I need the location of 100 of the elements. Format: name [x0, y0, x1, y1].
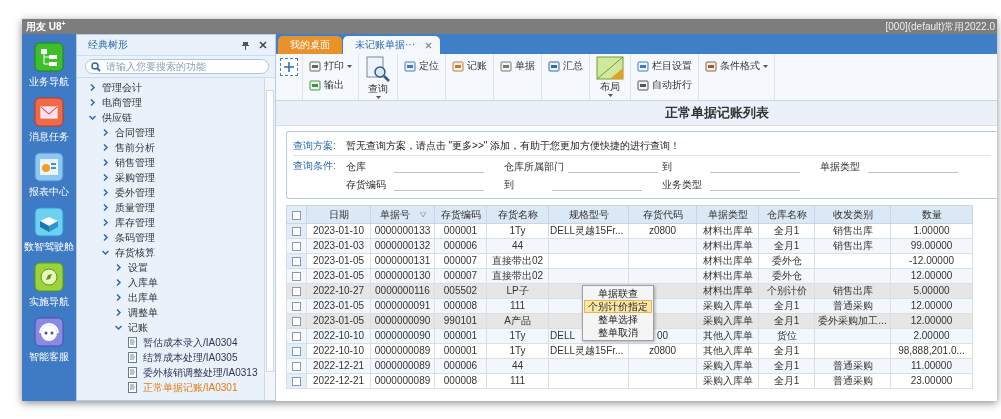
checkbox[interactable]: [292, 226, 301, 236]
tree-item[interactable]: 委外核销调整处理/IA0313: [143, 366, 258, 379]
chevron-right-icon[interactable]: [115, 294, 122, 301]
table-cell: 000008: [443, 300, 478, 311]
chevron-right-icon[interactable]: [89, 84, 96, 91]
checkbox[interactable]: [292, 241, 301, 251]
menu-item[interactable]: 整单取消: [584, 326, 652, 339]
checkbox[interactable]: [292, 286, 301, 296]
table-row[interactable]: 2022-10-10 0000000089 000001 1Ty DELL灵越15Fr... z0800 其他入库单 全月1 98,888,201.0...: [286, 343, 973, 359]
table-cell: 委外仓: [771, 270, 802, 281]
checkbox[interactable]: [292, 346, 301, 356]
tree-item[interactable]: 质量管理: [115, 201, 155, 214]
filter-icon[interactable]: [419, 212, 426, 218]
tree-item[interactable]: 出库单: [128, 291, 158, 304]
close-icon[interactable]: [259, 41, 267, 49]
menu-item[interactable]: 整单选择: [584, 313, 652, 326]
search-field[interactable]: 请输入您要搜索的功能: [85, 59, 269, 74]
toolbar-button[interactable]: 定位: [402, 58, 441, 74]
chevron-right-icon[interactable]: [102, 189, 109, 196]
column-header[interactable]: 存货名称: [486, 205, 549, 224]
toolbar-button[interactable]: 布局: [594, 54, 626, 100]
chevron-right-icon[interactable]: [89, 99, 96, 106]
column-header[interactable]: 仓库名称: [758, 205, 815, 224]
tree-item[interactable]: 库存管理: [115, 216, 155, 229]
tree-item[interactable]: 管理会计: [102, 81, 142, 94]
column-header[interactable]: 规格型号: [548, 205, 629, 224]
tree-item[interactable]: 电商管理: [102, 96, 142, 109]
add-button[interactable]: [280, 58, 298, 76]
rail-button[interactable]: 报表中心: [29, 152, 69, 199]
column-header[interactable]: 单据号: [370, 205, 435, 224]
tree-item[interactable]: 售前分析: [115, 141, 155, 154]
toolbar-button[interactable]: 记账: [450, 58, 489, 74]
table-row[interactable]: 2023-01-05 0000000131 000007 直接带出02 材料出库单 委外仓 -12.00000: [286, 253, 973, 269]
rail-button[interactable]: 数智驾驶舱: [24, 207, 74, 254]
tree-item[interactable]: 供应链: [102, 111, 132, 124]
menu-item[interactable]: 单据联查: [584, 287, 652, 300]
column-header[interactable]: 存货编码: [434, 205, 487, 224]
chevron-right-icon[interactable]: [115, 309, 122, 316]
scrollbar[interactable]: [264, 78, 275, 400]
toolbar-button[interactable]: 输出: [307, 77, 354, 93]
pin-icon[interactable]: [241, 40, 250, 50]
toolbar-button[interactable]: 栏目设置: [635, 58, 694, 74]
table-row[interactable]: 2023-01-03 0000000132 000006 44 材料出库单 全月1 销售出库 99.00000: [286, 238, 973, 254]
tab[interactable]: 未记账单据···: [343, 36, 440, 54]
chevron-right-icon[interactable]: [102, 204, 109, 211]
checkbox[interactable]: [292, 316, 301, 326]
tree-item[interactable]: 暂估成本录入/IA0304: [143, 336, 238, 349]
tree-item[interactable]: 委外管理: [115, 186, 155, 199]
chevron-right-icon[interactable]: [115, 279, 122, 286]
chevron-down-icon[interactable]: [102, 249, 109, 256]
toolbar-button[interactable]: 自动折行: [635, 77, 694, 93]
menu-item[interactable]: 个别计价指定: [584, 300, 652, 313]
checkbox[interactable]: [292, 331, 301, 341]
toolbar-button[interactable]: 打印: [307, 58, 354, 74]
rail-button[interactable]: 消息任务: [29, 97, 69, 144]
list-title: 正常单据记账列表: [664, 104, 769, 122]
column-header[interactable]: 存货代码: [628, 205, 697, 224]
chevron-right-icon[interactable]: [102, 219, 109, 226]
chevron-right-icon[interactable]: [102, 234, 109, 241]
checkbox[interactable]: [292, 301, 301, 311]
table-row[interactable]: 2022-12-21 0000000089 000008 111 采购入库单 全月1 普通采购 23.00000: [286, 373, 973, 389]
chevron-right-icon[interactable]: [102, 129, 109, 136]
rail-button[interactable]: 业务导航: [29, 42, 69, 89]
chevron-down-icon[interactable]: [115, 324, 122, 331]
checkbox[interactable]: [292, 376, 301, 386]
column-header[interactable]: 收发类别: [814, 205, 891, 224]
chevron-right-icon[interactable]: [102, 174, 109, 181]
tree-item[interactable]: 合同管理: [115, 126, 155, 139]
column-header[interactable]: 单据类型: [696, 205, 759, 224]
robot-icon: [34, 317, 64, 347]
tree-item[interactable]: 销售管理: [115, 156, 155, 169]
chevron-right-icon[interactable]: [115, 264, 122, 271]
column-header[interactable]: 日期: [306, 205, 371, 224]
checkbox[interactable]: [292, 256, 301, 266]
tree-item[interactable]: 结算成本处理/IA0305: [143, 351, 238, 364]
table-cell: 2023-01-10: [312, 225, 365, 236]
checkbox[interactable]: [292, 271, 301, 281]
tree-item[interactable]: 调整单: [128, 306, 158, 319]
toolbar-button[interactable]: 查询: [363, 54, 393, 100]
chevron-right-icon[interactable]: [102, 159, 109, 166]
tree-item[interactable]: 条码管理: [115, 231, 155, 244]
chevron-down-icon[interactable]: [89, 114, 96, 121]
toolbar-button[interactable]: 单据: [498, 58, 537, 74]
table-row[interactable]: 2022-12-21 0000000089 000006 44 采购入库单 全月1 普通采购 11.00000: [286, 358, 973, 374]
table-cell: 直接带出02: [491, 255, 544, 266]
toolbar-button[interactable]: 汇总: [546, 58, 585, 74]
checkbox[interactable]: [292, 210, 301, 220]
rail-button[interactable]: 智能客服: [29, 317, 69, 364]
checkbox[interactable]: [292, 361, 301, 371]
toolbar-button[interactable]: 条件格式: [703, 58, 770, 74]
chevron-right-icon[interactable]: [102, 144, 109, 151]
rail-button[interactable]: 实施导航: [29, 262, 69, 309]
table-row[interactable]: 2023-01-10 0000000133 000001 1Ty DELL灵越15Fr... z0800 材料出库单 全月1 销售出库 1.00000: [286, 223, 973, 239]
tree-item[interactable]: 设置: [128, 261, 148, 274]
tree-item[interactable]: 记账: [128, 321, 148, 334]
table-row[interactable]: 2023-01-05 0000000130 000007 直接带出02 材料出库单 委外仓 12.00000: [286, 268, 973, 284]
tree-item[interactable]: 存货核算: [115, 246, 155, 259]
tree-item[interactable]: 采购管理: [115, 171, 155, 184]
column-header[interactable]: 数量: [890, 205, 973, 224]
tree-item[interactable]: 入库单: [128, 276, 158, 289]
